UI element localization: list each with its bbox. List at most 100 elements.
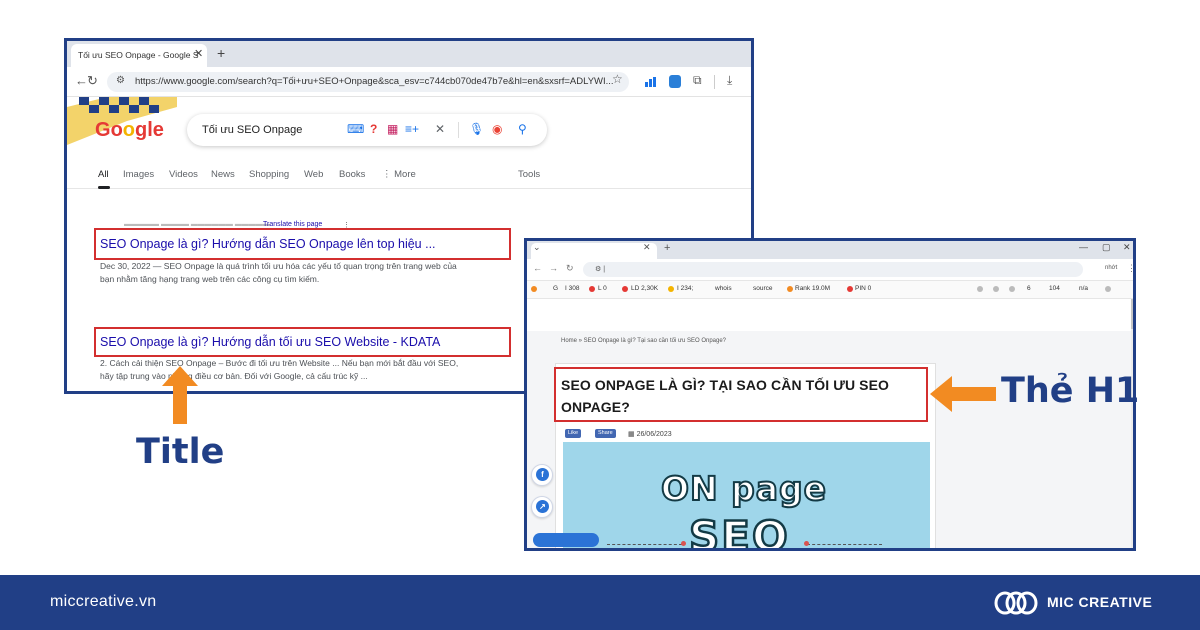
hero-text-seo: SEO bbox=[688, 511, 790, 551]
tab-close-icon[interactable]: ✕ bbox=[643, 242, 651, 253]
site-info-icon[interactable]: ⚙ bbox=[116, 75, 125, 86]
scrollbar[interactable] bbox=[1131, 299, 1133, 548]
hero-image: ON page SEO bbox=[563, 442, 930, 551]
social-facebook-icon[interactable]: f bbox=[531, 464, 553, 486]
seo-icon-10 bbox=[1105, 286, 1111, 292]
tab-tools[interactable]: Tools bbox=[518, 169, 540, 180]
site-header bbox=[527, 299, 1131, 331]
extension-question-icon[interactable]: ? bbox=[370, 122, 377, 136]
hero-dashed-line-right bbox=[807, 544, 882, 545]
toolbar-divider bbox=[714, 75, 715, 89]
arrow-up-icon bbox=[162, 366, 198, 424]
tab-books[interactable]: Books bbox=[339, 169, 365, 180]
seo-na[interactable]: n/a bbox=[1079, 285, 1088, 292]
active-tab-underline bbox=[98, 186, 110, 189]
search-nav-tabs: All Images Videos News Shopping Web Book… bbox=[67, 165, 751, 189]
seo-ld[interactable]: LD 2,30K bbox=[631, 285, 658, 292]
search-divider bbox=[458, 122, 459, 138]
tab-videos[interactable]: Videos bbox=[169, 169, 198, 180]
seo-index[interactable]: I 308 bbox=[565, 285, 579, 292]
forward-icon[interactable]: → bbox=[549, 263, 558, 273]
minimize-icon[interactable]: — bbox=[1079, 242, 1088, 252]
seo-source[interactable]: source bbox=[753, 285, 773, 292]
tab-more[interactable]: ⋮ More bbox=[382, 169, 416, 180]
result-snippet-1-line-2: bạn nhằm tăng hạng trang web trên các cô… bbox=[100, 274, 320, 284]
extension-plus-icon[interactable]: ≡+ bbox=[405, 122, 419, 136]
new-tab-icon[interactable]: + bbox=[664, 242, 670, 254]
url-text: https://www.google.com/search?q=Tối+ưu+S… bbox=[135, 76, 614, 87]
share-button[interactable]: Share bbox=[595, 429, 616, 438]
seo-i[interactable]: I 234; bbox=[677, 285, 693, 292]
seo-icon-4 bbox=[668, 286, 674, 292]
seo-icon-1 bbox=[531, 286, 537, 292]
footer-website[interactable]: miccreative.vn bbox=[50, 593, 156, 611]
tab-web[interactable]: Web bbox=[304, 169, 323, 180]
google-logo[interactable]: Google bbox=[95, 119, 164, 142]
translate-link[interactable]: Translate this page bbox=[263, 221, 322, 228]
bookmark-star-icon[interactable]: ☆ bbox=[612, 72, 623, 86]
download-icon[interactable]: ⤓ bbox=[727, 73, 732, 88]
url-field[interactable]: ⚙ https://www.google.com/search?q=Tối+ưu… bbox=[107, 72, 629, 92]
result-source-line: ▬▬▬▬▬ ▬▬▬▬ ▬▬▬▬▬▬ ▬▬▬▬▬ bbox=[124, 221, 270, 228]
back-icon[interactable]: ← bbox=[533, 263, 542, 273]
tab-shopping[interactable]: Shopping bbox=[249, 169, 289, 180]
seo-six[interactable]: 6 bbox=[1027, 285, 1031, 292]
h1-highlight-box bbox=[554, 367, 928, 422]
url-right-text: nhớt bbox=[1105, 265, 1118, 271]
h1-label: Thẻ H1 bbox=[1001, 371, 1140, 411]
seo-icon-2 bbox=[589, 286, 595, 292]
tab-bar: ⌄ ✕ + — ▢ ✕ bbox=[527, 241, 1133, 259]
tab-all[interactable]: All bbox=[98, 169, 109, 180]
seo-whois[interactable]: whois bbox=[715, 285, 732, 292]
search-icon[interactable]: ⚲ bbox=[518, 122, 527, 136]
keyboard-icon[interactable]: ⌨ bbox=[347, 122, 364, 136]
like-button[interactable]: Like bbox=[565, 429, 582, 438]
lens-icon[interactable]: ◉ bbox=[492, 122, 502, 136]
microphone-icon[interactable]: 🎙 bbox=[469, 122, 484, 136]
address-bar-row: ← ↻ ⚙ https://www.google.com/search?q=Tố… bbox=[67, 67, 751, 97]
close-window-icon[interactable]: ✕ bbox=[1123, 242, 1131, 253]
calendar-icon: ▦ bbox=[628, 431, 635, 438]
menu-icon[interactable]: ⋮ bbox=[1127, 263, 1133, 274]
reload-icon[interactable]: ↻ bbox=[87, 73, 98, 89]
result-title-1[interactable]: SEO Onpage là gì? Hướng dẫn SEO Onpage l… bbox=[100, 237, 436, 251]
seo-icon-5 bbox=[787, 286, 793, 292]
seo-links[interactable]: L 0 bbox=[598, 285, 607, 292]
tab-images[interactable]: Images bbox=[123, 169, 154, 180]
hero-dashed-line-left bbox=[607, 544, 682, 545]
new-tab-icon[interactable]: + bbox=[217, 45, 225, 61]
scrollbar-thumb[interactable] bbox=[1131, 299, 1133, 329]
maximize-icon[interactable]: ▢ bbox=[1102, 242, 1111, 253]
hero-dot-left bbox=[681, 541, 686, 546]
tab-news[interactable]: News bbox=[211, 169, 235, 180]
seo-icon-7 bbox=[977, 286, 983, 292]
browser-tab[interactable] bbox=[531, 243, 657, 259]
clear-icon[interactable]: ✕ bbox=[435, 122, 445, 136]
search-input[interactable]: Tối ưu SEO Onpage bbox=[202, 124, 302, 136]
extension-grid-icon[interactable]: ▦ bbox=[387, 122, 398, 136]
seo-icon-9 bbox=[1009, 286, 1015, 292]
browser-tab[interactable]: Tối ưu SEO Onpage - Google S bbox=[71, 44, 207, 67]
seo-rank[interactable]: Rank 19.0M bbox=[795, 285, 830, 292]
social-share-icon[interactable]: ↗ bbox=[531, 496, 553, 518]
tab-close-icon[interactable]: ✕ bbox=[194, 47, 203, 60]
url-field[interactable]: ⚙ | bbox=[583, 262, 1083, 277]
reload-icon[interactable]: ↻ bbox=[566, 263, 574, 274]
extensions-puzzle-icon[interactable]: ⧉ bbox=[693, 73, 702, 88]
breadcrumb[interactable]: Home » SEO Onpage là gì? Tại sao cần tối… bbox=[561, 338, 726, 344]
extension-drop-icon[interactable] bbox=[669, 75, 681, 88]
tab-search-icon[interactable]: ⌄ bbox=[533, 242, 541, 253]
extension-chart-icon[interactable] bbox=[645, 77, 656, 87]
seo-toolbar: G I 308 L 0 LD 2,30K I 234; whois source… bbox=[527, 281, 1133, 299]
mic-creative-logo-icon bbox=[994, 591, 1038, 615]
post-date-text: 26/06/2023 bbox=[636, 431, 672, 438]
seo-g[interactable]: G bbox=[553, 285, 558, 292]
result-title-2[interactable]: SEO Onpage là gì? Hướng dẫn tối ưu SEO W… bbox=[100, 335, 440, 349]
search-box[interactable]: Tối ưu SEO Onpage ⌨ ? ▦ ≡+ ✕ 🎙 ◉ ⚲ bbox=[187, 114, 547, 146]
tab-bar: Tối ưu SEO Onpage - Google S ✕ + bbox=[67, 41, 751, 67]
result-snippet-2-line-1: 2. Cách cải thiện SEO Onpage – Bước đi t… bbox=[100, 358, 459, 368]
seo-pin[interactable]: PIN 0 bbox=[855, 285, 871, 292]
contact-pill-button[interactable] bbox=[533, 533, 599, 547]
seo-hundred[interactable]: 104 bbox=[1049, 285, 1060, 292]
site-info-icon[interactable]: ⚙ | bbox=[595, 266, 605, 273]
